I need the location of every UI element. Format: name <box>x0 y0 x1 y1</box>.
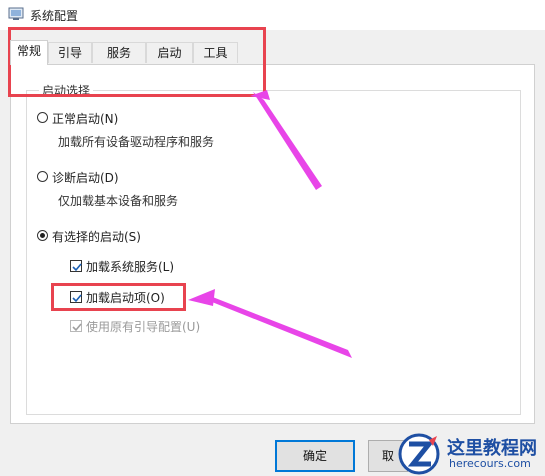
z-logo-icon <box>398 433 440 475</box>
ok-button[interactable]: 确定 <box>275 440 355 472</box>
watermark-logo: 这里教程网 herecours.com <box>397 432 545 476</box>
tab-general[interactable]: 常规 <box>10 40 48 65</box>
arrow-lower <box>205 294 352 358</box>
watermark-site: herecours.com <box>449 457 531 470</box>
annotation-arrows <box>188 90 352 358</box>
arrow-upper <box>253 92 322 190</box>
